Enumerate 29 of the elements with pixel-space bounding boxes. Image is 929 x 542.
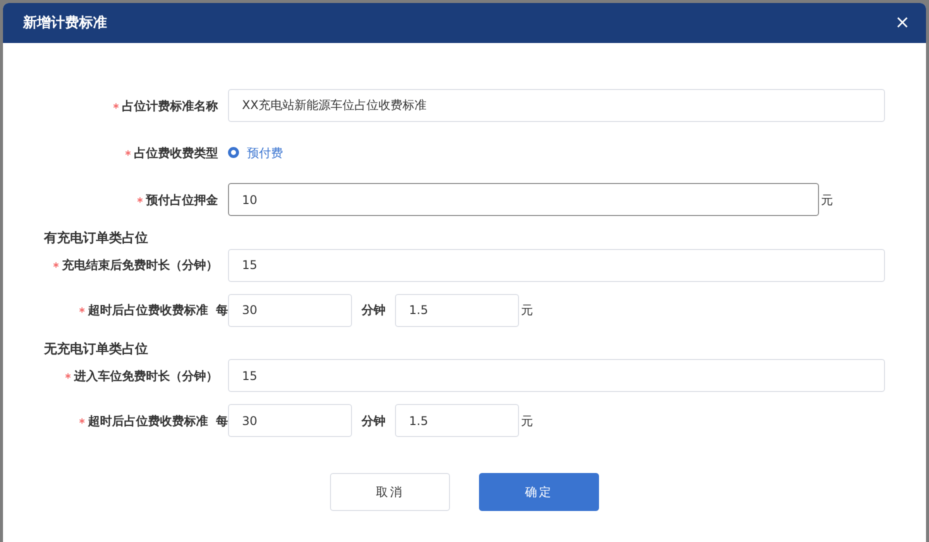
- confirm-button[interactable]: 确定: [479, 473, 599, 511]
- section-heading: 无充电订单类占位: [42, 340, 149, 358]
- text-field[interactable]: XX充电站新能源车位占位收费标准: [228, 89, 885, 122]
- per-label: 每: [216, 412, 228, 430]
- field-label: 超时后占位费收费标准: [88, 412, 208, 430]
- cancel-button[interactable]: 取消: [330, 473, 450, 511]
- field-label: 预付占位押金: [146, 192, 218, 208]
- amount-field[interactable]: 1.5: [395, 404, 519, 437]
- field-label: 进入车位免费时长（分钟）: [74, 368, 218, 384]
- radio-option[interactable]: 预付费: [228, 144, 283, 162]
- unit-label: 元: [521, 412, 533, 430]
- close-button[interactable]: ×: [892, 14, 912, 32]
- amount-field[interactable]: 1.5: [395, 294, 519, 326]
- minutes-field[interactable]: 30: [228, 404, 352, 437]
- unit-label: 分钟: [360, 412, 386, 430]
- per-label: 每: [216, 302, 228, 319]
- section-heading: 有充电订单类占位: [42, 230, 149, 248]
- field-label: 占位计费标准名称: [122, 98, 218, 114]
- text-field[interactable]: 15: [228, 359, 885, 392]
- dialog-title: 新增计费标准: [23, 14, 107, 32]
- text-field[interactable]: 10: [228, 183, 819, 216]
- field-label: 占位费收费类型: [134, 144, 218, 162]
- minutes-field[interactable]: 30: [228, 294, 352, 326]
- unit-label: 元: [521, 302, 533, 319]
- unit-label: 分钟: [360, 302, 386, 319]
- text-field[interactable]: 15: [228, 248, 885, 282]
- unit-label: 元: [821, 192, 833, 208]
- field-label: 充电结束后免费时长（分钟）: [62, 257, 218, 274]
- field-label: 超时后占位费收费标准: [88, 302, 208, 319]
